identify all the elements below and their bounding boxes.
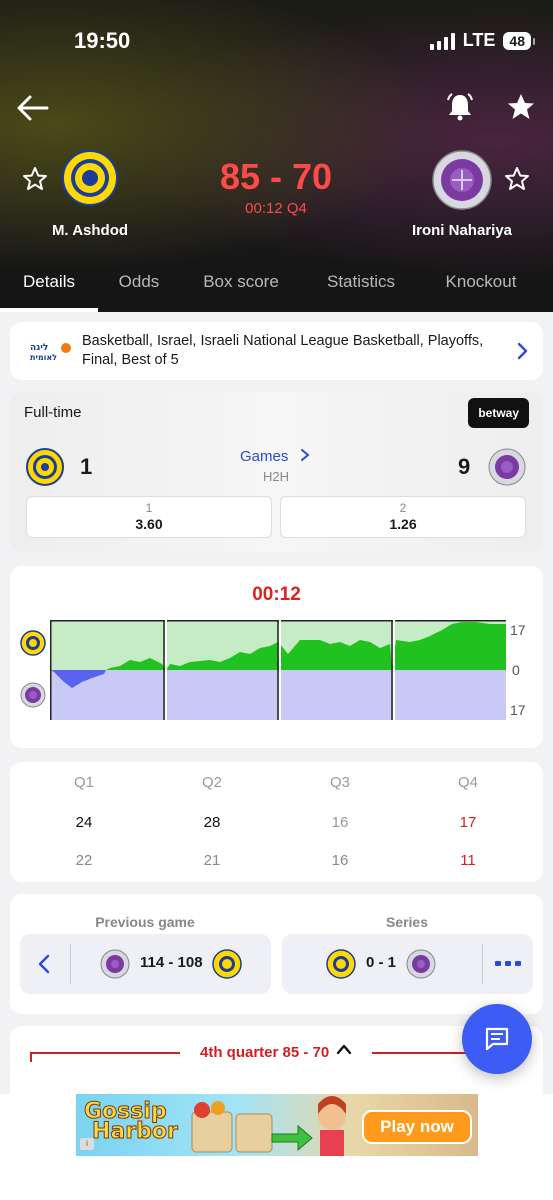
divider-line — [30, 1052, 180, 1062]
match-header: 19:50 LTE 48 M. Ashdod Ironi Nahariya 85… — [0, 0, 553, 312]
q4-header: Q4 — [457, 774, 478, 791]
away-team-name[interactable]: Ironi Nahariya — [400, 222, 524, 239]
ad-title: Gossip Harbor — [84, 1100, 179, 1144]
league-logo: ליגה לאומית — [28, 340, 71, 362]
away-team-logo-small — [100, 949, 130, 979]
bell-icon[interactable] — [445, 92, 475, 122]
match-status: Full-time — [24, 404, 82, 421]
status-time: 19:50 — [74, 28, 131, 53]
q2-header: Q2 — [201, 774, 222, 791]
ad-info-icon[interactable]: i — [80, 1138, 94, 1150]
previous-game-title: Previous game — [95, 914, 195, 930]
previous-series-card: Previous game Series 114 - 108 0 - 1 — [10, 894, 543, 1014]
league-row[interactable]: ליגה לאומית Basketball, Israel, Israeli … — [10, 322, 543, 380]
tab-bar: Details Odds Box score Statistics Knocko… — [0, 266, 553, 312]
momentum-chart — [50, 620, 506, 720]
league-title: Basketball, Israel, Israeli National Lea… — [82, 333, 484, 368]
quarter-section-label: 4th quarter 85 - 70 — [200, 1044, 330, 1061]
odds-home-value: 3.60 — [135, 516, 163, 532]
games-link[interactable]: Games — [240, 448, 311, 465]
tab-statistics[interactable]: Statistics — [302, 266, 420, 312]
q2-away-score: 21 — [203, 852, 221, 869]
chevron-up-icon[interactable] — [336, 1042, 352, 1056]
svg-text:לאומית: לאומית — [30, 353, 57, 362]
odds-away-button[interactable]: 2 1.26 — [280, 496, 526, 538]
ad-title-line2: Harbor — [92, 1119, 179, 1144]
more-icon[interactable] — [495, 960, 521, 968]
chat-button[interactable] — [462, 1004, 532, 1074]
home-team-logo-small — [212, 949, 242, 979]
chevron-right-icon — [300, 449, 310, 461]
ad-banner[interactable]: Gossip Harbor Play now i — [76, 1094, 478, 1156]
chat-icon — [485, 1027, 509, 1051]
series-title: Series — [385, 914, 429, 930]
series-pill[interactable]: 0 - 1 — [282, 934, 533, 994]
match-clock: 00:12 Q4 — [245, 200, 307, 217]
home-team-logo-small — [26, 448, 64, 486]
match-score: 85 - 70 — [219, 156, 333, 197]
tab-details[interactable]: Details — [0, 266, 98, 312]
axis-bottom-label: 17 — [510, 702, 526, 718]
back-arrow-icon[interactable] — [16, 94, 50, 122]
away-team-logo[interactable] — [432, 150, 492, 210]
q3-home-score: 16 — [331, 814, 349, 831]
favorite-star-icon[interactable] — [506, 92, 536, 122]
previous-game-pill[interactable]: 114 - 108 — [20, 934, 271, 994]
q4-away-score: 11 — [460, 852, 476, 869]
q3-away-score: 16 — [331, 852, 349, 869]
h2h-label: H2H — [262, 469, 289, 484]
bookmaker-badge[interactable]: betway — [468, 398, 529, 428]
momentum-clock: 00:12 — [252, 584, 301, 605]
odds-away-label: 2 — [399, 501, 407, 515]
chevron-left-icon[interactable] — [36, 953, 52, 975]
tab-knockout[interactable]: Knockout — [420, 266, 542, 312]
odds-card: Full-time betway 1 Games H2H 9 1 3.60 2 … — [10, 392, 543, 552]
chevron-right-icon[interactable] — [515, 341, 529, 361]
axis-mid-label: 0 — [512, 662, 520, 678]
home-team-name[interactable]: M. Ashdod — [30, 222, 150, 239]
q1-away-score: 22 — [75, 852, 93, 869]
divider-line — [372, 1052, 468, 1054]
home-team-star-icon[interactable] — [22, 166, 48, 192]
ad-groceries-image — [191, 1096, 346, 1156]
momentum-card: 00:12 17 0 17 — [10, 566, 543, 748]
away-team-logo-small — [20, 682, 46, 708]
previous-game-score: 114 - 108 — [140, 954, 203, 971]
odds-away-value: 1.26 — [389, 516, 417, 532]
tab-odds[interactable]: Odds — [98, 266, 180, 312]
away-team-star-icon[interactable] — [504, 166, 530, 192]
home-team-logo[interactable] — [62, 150, 118, 206]
home-h2h-wins: 1 — [80, 454, 93, 479]
home-team-logo-small — [326, 949, 356, 979]
q4-home-score: 17 — [459, 814, 477, 831]
series-score: 0 - 1 — [366, 954, 397, 971]
tab-box-score[interactable]: Box score — [180, 266, 302, 312]
odds-home-button[interactable]: 1 3.60 — [26, 496, 272, 538]
quarter-scores: Q1 Q2 Q3 Q4 24 28 16 17 22 21 16 11 — [10, 762, 543, 882]
signal-icon — [429, 32, 455, 50]
odds-home-label: 1 — [145, 501, 153, 515]
away-h2h-wins: 9 — [458, 454, 471, 479]
ad-cta-button[interactable]: Play now — [362, 1110, 472, 1144]
battery-icon: 48 — [503, 31, 535, 50]
q3-header: Q3 — [329, 774, 350, 791]
home-team-logo-small — [20, 630, 46, 656]
svg-text:ליגה: ליגה — [30, 343, 48, 353]
network-label: LTE — [462, 30, 496, 50]
axis-top-label: 17 — [510, 622, 526, 638]
away-team-logo-small — [406, 949, 436, 979]
status-icons: LTE 48 — [429, 30, 535, 51]
games-link-label: Games — [240, 448, 289, 465]
away-team-logo-small — [488, 448, 526, 486]
q1-header: Q1 — [73, 774, 94, 791]
q2-home-score: 28 — [203, 814, 221, 831]
q1-home-score: 24 — [75, 814, 93, 831]
